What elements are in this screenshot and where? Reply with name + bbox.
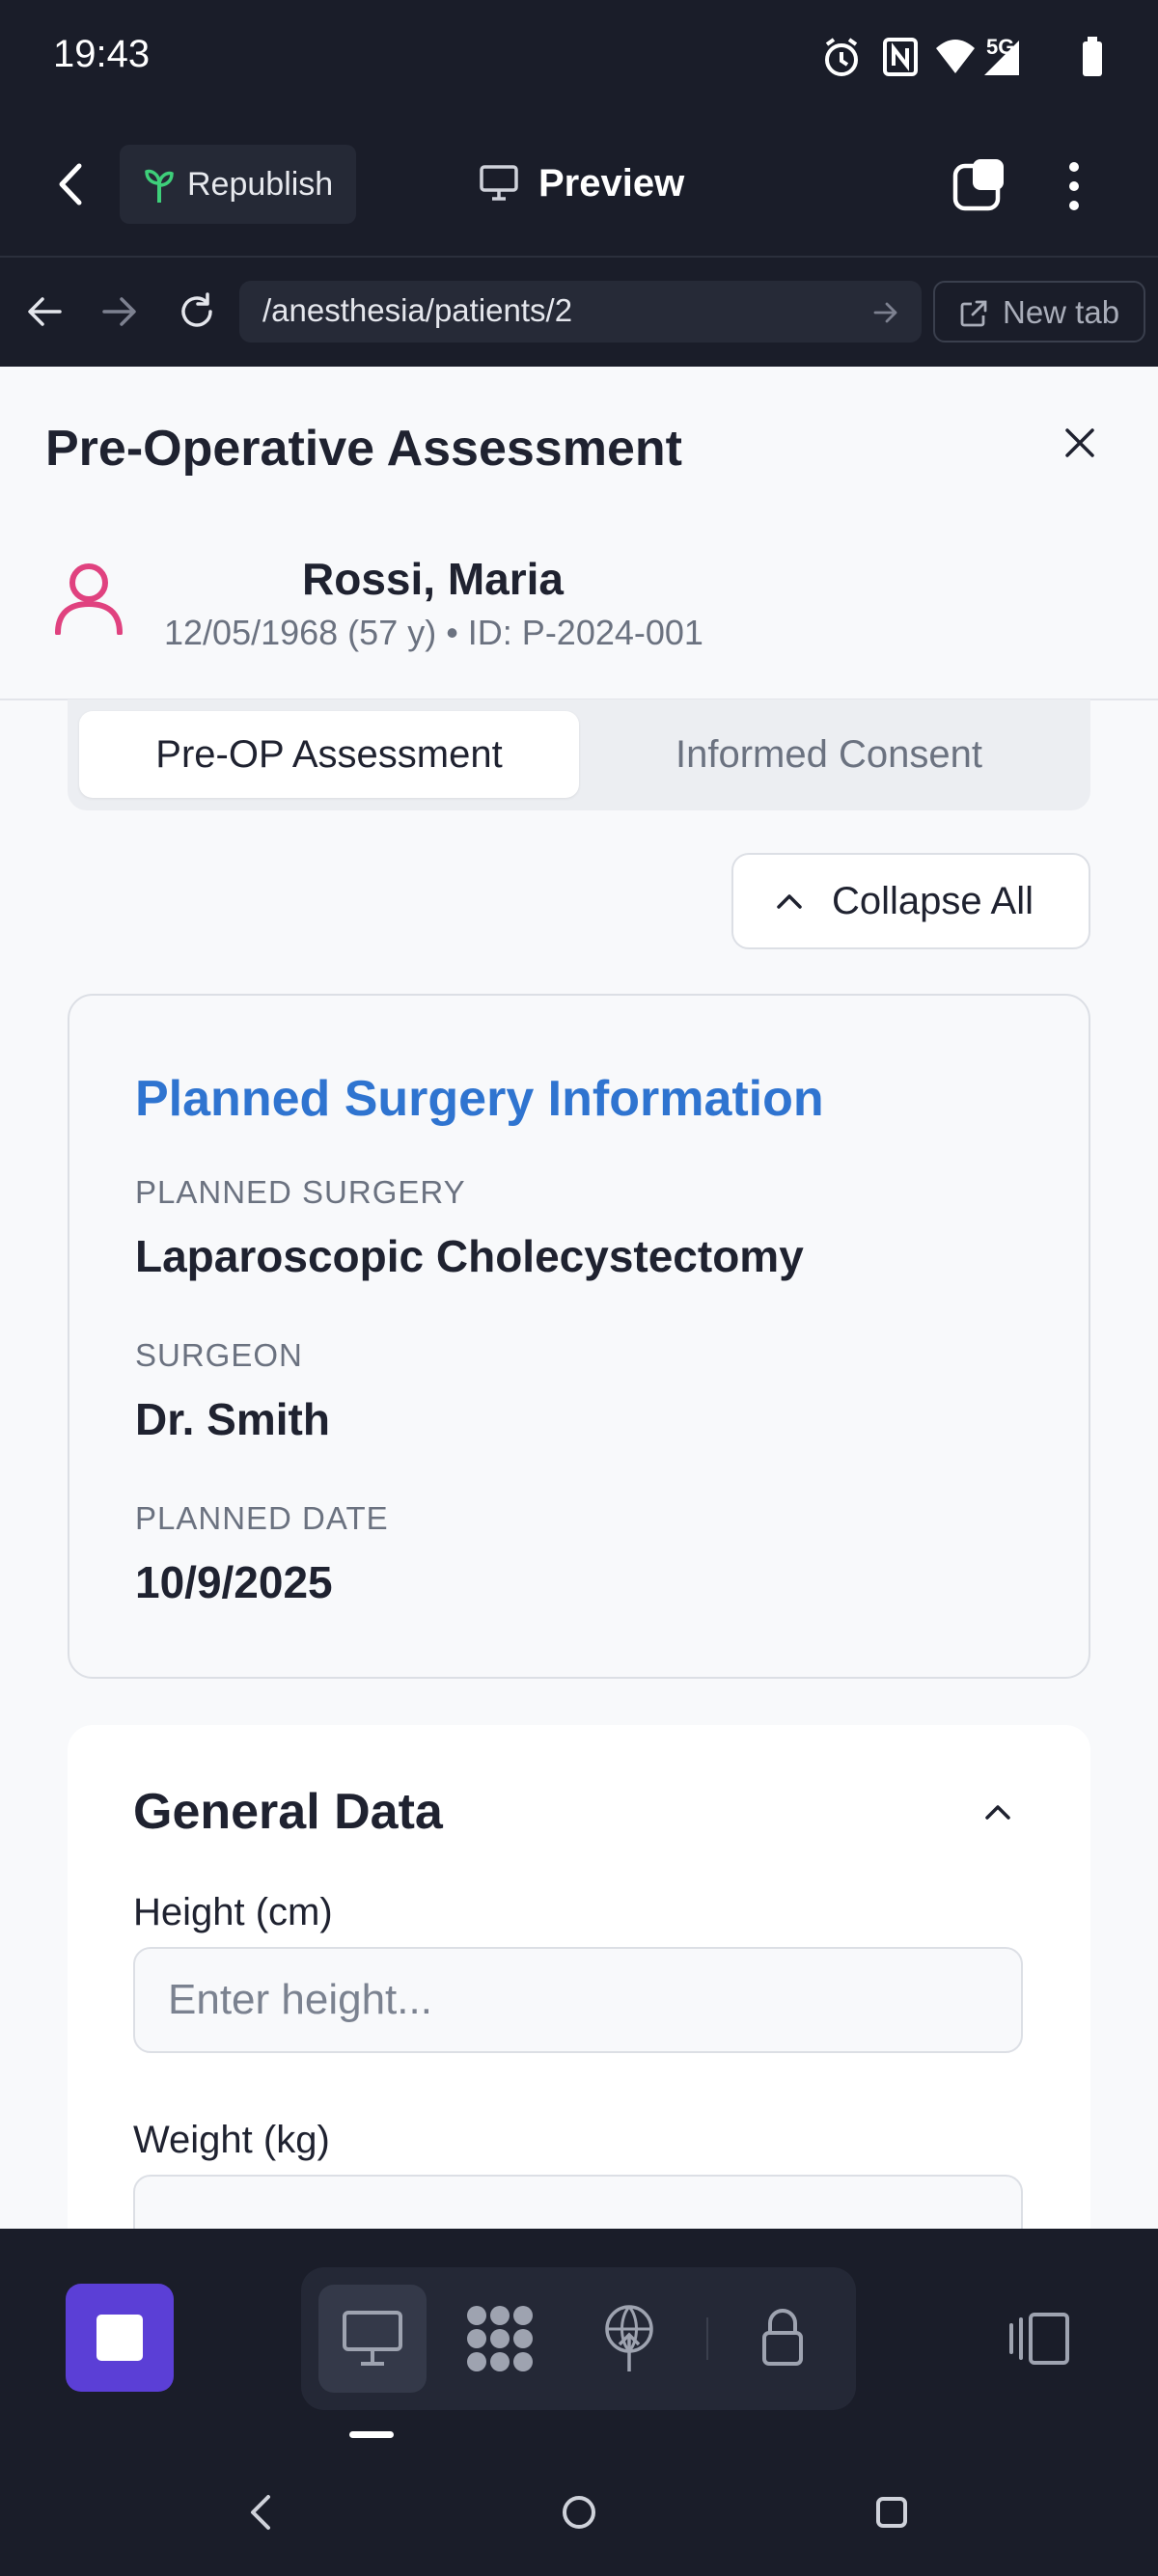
stop-button[interactable] [66, 2284, 174, 2392]
battery-icon [1081, 37, 1104, 77]
more-icon[interactable] [1065, 160, 1083, 212]
status-time: 19:43 [53, 33, 151, 75]
url-field[interactable]: /anesthesia/patients/2 [239, 281, 922, 343]
planned-date-value: 10/9/2025 [135, 1557, 333, 1607]
mode-switcher [301, 2267, 856, 2410]
bottom-toolbar [0, 2229, 1158, 2451]
surgery-card-title: Planned Surgery Information [135, 1071, 824, 1127]
planned-date-label: PLANNED DATE [135, 1500, 389, 1536]
monitor-icon [479, 164, 519, 203]
patient-name: Rossi, Maria [302, 554, 564, 604]
nfc-icon [882, 37, 919, 77]
external-link-icon [958, 298, 989, 329]
system-nav-bar [0, 2451, 1158, 2576]
user-icon [52, 562, 125, 635]
lock-icon[interactable] [760, 2308, 805, 2368]
tabs-icon[interactable] [951, 156, 1007, 212]
signal-icon [982, 37, 1021, 77]
tab-pre-op-assessment[interactable]: Pre-OP Assessment [79, 711, 579, 798]
nav-back-icon[interactable] [247, 2493, 274, 2532]
height-label: Height (cm) [133, 1891, 333, 1933]
go-icon[interactable] [872, 300, 899, 325]
weight-input[interactable] [133, 2175, 1023, 2229]
page-title: Pre-Operative Assessment [45, 421, 682, 477]
planned-surgery-card: Planned Surgery Information PLANNED SURG… [68, 994, 1090, 1679]
preview-label[interactable]: Preview [538, 162, 684, 206]
reload-icon[interactable] [176, 290, 218, 333]
chevron-up-icon[interactable] [982, 1800, 1013, 1823]
new-tab-label: New tab [1003, 294, 1120, 330]
chevron-up-icon [774, 890, 805, 913]
arrow-left-icon[interactable] [25, 294, 64, 329]
publish-icon[interactable] [600, 2304, 658, 2373]
sidebar-icon[interactable] [1007, 2312, 1071, 2366]
sprout-icon [143, 166, 176, 205]
wifi-icon [934, 37, 977, 75]
active-mode-indicator [349, 2431, 394, 2438]
nav-home-icon[interactable] [560, 2493, 598, 2532]
desktop-icon [342, 2310, 403, 2368]
surgeon-value: Dr. Smith [135, 1394, 330, 1444]
stop-icon [96, 2315, 143, 2361]
webview: Pre-Operative Assessment Rossi, Maria 12… [0, 367, 1158, 2229]
tab-bar: Pre-OP Assessment Informed Consent [68, 699, 1090, 810]
url-text: /anesthesia/patients/2 [262, 292, 573, 328]
collapse-all-button[interactable]: Collapse All [731, 853, 1090, 949]
new-tab-button[interactable]: New tab [933, 281, 1145, 343]
alarm-icon [822, 37, 861, 79]
close-icon[interactable] [1063, 426, 1096, 459]
app-bar: Republish Preview [0, 116, 1158, 256]
nav-recents-icon[interactable] [874, 2495, 909, 2530]
arrow-right-icon[interactable] [100, 294, 139, 329]
planned-surgery-label: PLANNED SURGERY [135, 1174, 466, 1210]
browser-nav-bar: /anesthesia/patients/2 New tab [0, 256, 1158, 367]
patient-meta: 12/05/1968 (57 y) • ID: P-2024-001 [164, 613, 703, 652]
planned-surgery-value: Laparoscopic Cholecystectomy [135, 1231, 804, 1281]
desktop-mode-button[interactable] [318, 2285, 427, 2393]
height-input[interactable] [133, 1947, 1023, 2053]
republish-label: Republish [187, 165, 334, 203]
mode-divider [706, 2317, 708, 2360]
weight-label: Weight (kg) [133, 2119, 330, 2161]
status-bar: 19:43 5G [0, 0, 1158, 116]
surgeon-label: SURGEON [135, 1337, 303, 1373]
tab-informed-consent[interactable]: Informed Consent [579, 711, 1079, 798]
republish-button[interactable]: Republish [120, 145, 356, 224]
collapse-all-label: Collapse All [832, 880, 1034, 922]
grid-icon[interactable] [465, 2304, 535, 2373]
general-data-card: General Data Height (cm) Weight (kg) [68, 1725, 1090, 2229]
back-icon[interactable] [56, 160, 85, 208]
general-data-title: General Data [133, 1784, 443, 1840]
